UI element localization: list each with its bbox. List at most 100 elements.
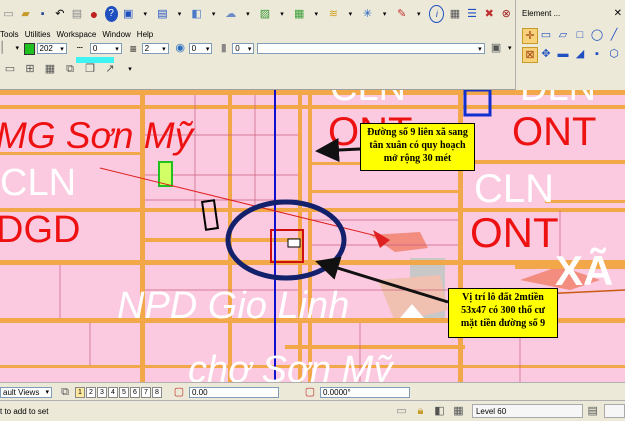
redo-icon[interactable]: ▤ (70, 6, 83, 22)
square-icon[interactable]: □ (573, 28, 587, 42)
weight-combo[interactable]: 2 ▾ (141, 43, 169, 54)
image-icon[interactable]: ▨ (258, 6, 271, 22)
line-tool-icon[interactable]: ╱ (607, 28, 621, 42)
ellipse-tool-icon[interactable]: ◯ (590, 28, 604, 42)
template-combo[interactable]: ▾ (257, 43, 485, 54)
dropdown-arrow-icon[interactable]: ▾ (507, 41, 513, 57)
lot-callout-text: Vị trí lô đất 2mtiền 53x47 có 300 thổ cư… (460, 292, 546, 329)
dropdown-arrow-icon[interactable]: ▾ (378, 6, 391, 22)
angle-input[interactable]: 0.0000° (320, 386, 410, 398)
dropdown-arrow-icon[interactable]: ▾ (14, 41, 20, 57)
view-controls-bar: ault Views ▾ ⧉ 1 2 3 4 5 6 7 8 ▢ 0.00 ▢ … (0, 382, 625, 401)
view-button-4[interactable]: 4 (108, 386, 118, 398)
view-button-1[interactable]: 1 (75, 386, 85, 398)
menu-utilities[interactable]: Utilities (25, 30, 51, 39)
element-selection-icon[interactable]: ✛ (522, 28, 538, 44)
menu-tools[interactable]: Tools (0, 30, 19, 39)
template-icon[interactable]: ▣ (490, 41, 503, 57)
grid-status-icon[interactable]: ▦ (451, 403, 466, 419)
color-value: 202 (39, 44, 53, 53)
arrow-icon[interactable]: ↗ (102, 61, 118, 77)
settings-icon[interactable]: ✖ (483, 6, 496, 22)
angle-icon[interactable]: ▢ (302, 384, 318, 400)
road-callout-arrow (315, 138, 361, 162)
dropdown-arrow-icon[interactable]: ▾ (276, 6, 289, 22)
view-button-5[interactable]: 5 (119, 386, 129, 398)
view-button-7[interactable]: 7 (141, 386, 151, 398)
dropdown-arrow-icon[interactable]: ▾ (241, 6, 254, 22)
view-button-3[interactable]: 3 (97, 386, 107, 398)
lock-icon[interactable]: ⬡ (607, 47, 621, 61)
fence-tool-icon[interactable]: ⊠ (522, 47, 538, 63)
transparency-combo[interactable]: 0 ▾ (188, 43, 213, 54)
status-slot (604, 404, 625, 418)
levels-icon[interactable]: ≋ (327, 6, 340, 22)
scale-icon[interactable]: ◢ (573, 47, 587, 61)
dropdown-arrow-icon[interactable]: ▾ (207, 6, 220, 22)
save-icon[interactable]: ▪ (36, 6, 49, 22)
rotate-icon[interactable]: ▬ (556, 47, 570, 61)
help-icon[interactable]: ? (104, 6, 118, 22)
label-cln-left: CLN (0, 162, 76, 204)
copy-icon[interactable]: ❐ (82, 61, 98, 77)
dropdown-arrow-icon[interactable]: ▾ (310, 6, 323, 22)
label-cln-mid: CLN (474, 167, 554, 211)
measure-icon[interactable]: ✎ (395, 6, 408, 22)
label-ont-right: ONT (512, 110, 596, 154)
view-combo[interactable]: ault Views ▾ (0, 386, 52, 398)
style-combo[interactable]: 0 ▾ (89, 43, 122, 54)
select-icon[interactable]: ▭ (2, 61, 18, 77)
dropdown-arrow-icon[interactable]: ▾ (173, 6, 186, 22)
snap-icon[interactable]: ✳ (361, 6, 374, 22)
view-groups-icon[interactable]: ⧉ (57, 384, 73, 400)
lock-status-icon[interactable]: 🔒︎ (413, 403, 428, 419)
snap-status-icon[interactable]: ◧ (432, 403, 447, 419)
dropdown-arrow-icon: ▾ (115, 45, 119, 53)
model-icon[interactable]: ▤ (585, 403, 600, 419)
menu-help[interactable]: Help (137, 30, 153, 39)
rectangle-icon[interactable]: ▭ (539, 28, 553, 42)
stop-icon[interactable]: ⊗ (500, 6, 513, 22)
references-icon[interactable]: ▤ (156, 6, 169, 22)
color-combo[interactable]: 202 ▾ (36, 43, 67, 54)
view-button-2[interactable]: 2 (86, 386, 96, 398)
accudraw-icon[interactable]: ▢ (171, 384, 187, 400)
view-button-6[interactable]: 6 (130, 386, 140, 398)
delete-icon[interactable]: ▪ (590, 47, 604, 61)
level-icon: ▏ (1, 42, 11, 54)
view-button-8[interactable]: 8 (152, 386, 162, 398)
new-file-icon[interactable]: ▭ (2, 6, 15, 22)
priority-combo[interactable]: 0 ▾ (232, 43, 255, 54)
road-callout: Đường số 9 liên xã sang tân xuân có quy … (360, 123, 475, 171)
dropdown-arrow-icon[interactable]: ▾ (139, 6, 152, 22)
dropdown-arrow-icon[interactable]: ▾ (122, 61, 138, 77)
lot-callout: Vị trí lô đất 2mtiền 53x47 có 300 thổ cư… (448, 288, 558, 338)
info-icon[interactable]: i (429, 5, 445, 23)
label-cho: chợ Sơn Mỹ (188, 349, 394, 382)
globe-icon[interactable]: ● (87, 6, 100, 22)
view-icon[interactable]: ▣ (122, 6, 135, 22)
move-icon[interactable]: ✥ (539, 47, 553, 61)
group-icon[interactable]: ⧉ (62, 61, 78, 77)
raster-icon[interactable]: ◧ (190, 6, 203, 22)
parallelogram-icon[interactable]: ▱ (556, 28, 570, 42)
cloud-icon[interactable]: ☁ (224, 6, 237, 22)
undo-icon[interactable]: ↶ (53, 6, 66, 22)
color-swatch[interactable] (24, 42, 35, 55)
element-tool-grid: ✛ ▭ ▱ □ ◯ ╱ ⊠ ✥ ▬ ◢ ▪ ⬡ (516, 26, 625, 65)
dropdown-arrow-icon[interactable]: ▾ (344, 6, 357, 22)
table-icon[interactable]: ▦ (448, 6, 461, 22)
grid-icon[interactable]: ▦ (42, 61, 58, 77)
x-input[interactable]: 0.00 (189, 386, 279, 398)
fence-icon[interactable]: ⊞ (22, 61, 38, 77)
dropdown-arrow-icon[interactable]: ▾ (412, 6, 425, 22)
menu-window[interactable]: Window (102, 30, 130, 39)
label-dln-top: DLN (520, 90, 596, 109)
layers-icon[interactable]: ▦ (293, 6, 306, 22)
close-icon[interactable]: ✕ (614, 8, 622, 19)
properties-icon[interactable]: ☰ (466, 6, 479, 22)
menu-workspace[interactable]: Workspace (56, 30, 96, 39)
map-view[interactable]: MG Sơn Mỹ CLN DGD CLN ONT DLN ONT CLN ON… (0, 90, 625, 382)
dropdown-arrow-icon: ▾ (45, 389, 49, 396)
open-file-icon[interactable]: ▰ (19, 6, 32, 22)
